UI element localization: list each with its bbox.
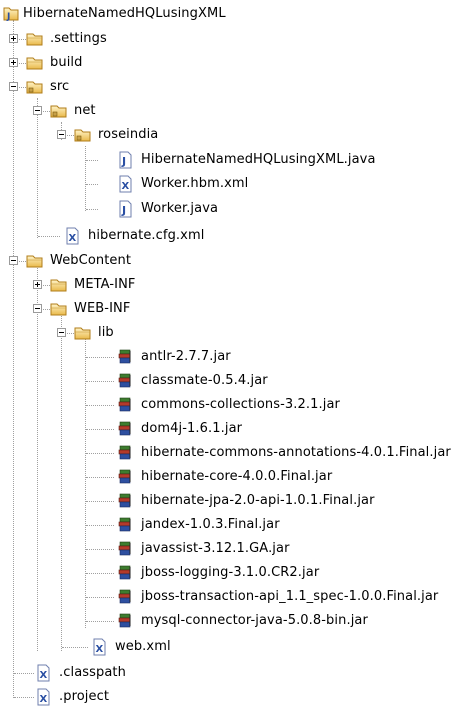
tree-item-label: WEB-INF (74, 301, 131, 316)
collapse-toggle[interactable] (57, 130, 66, 139)
xml-file-icon (34, 688, 52, 706)
tree-item-label: Worker.java (141, 201, 219, 216)
folder-icon (26, 54, 44, 72)
jar-icon (116, 612, 134, 630)
tree-item-classpath[interactable]: .classpath (0, 662, 474, 686)
tree-item-settings[interactable]: .settings (0, 28, 474, 52)
tree-item-jar[interactable]: javassist-3.12.1.GA.jar (0, 538, 474, 562)
java-project-icon (2, 5, 20, 23)
tree-item-jar[interactable]: jandex-1.0.3.Final.jar (0, 514, 474, 538)
expand-toggle[interactable] (33, 280, 42, 289)
tree-item-jar[interactable]: dom4j-1.6.1.jar (0, 418, 474, 442)
tree-item-worker-java[interactable]: Worker.java (0, 198, 474, 222)
xml-file-icon (90, 638, 108, 656)
tree-item-jar[interactable]: hibernate-core-4.0.0.Final.jar (0, 466, 474, 490)
jar-icon (116, 540, 134, 558)
tree-item-label: hibernate-jpa-2.0-api-1.0.1.Final.jar (141, 493, 375, 508)
collapse-toggle[interactable] (57, 328, 66, 337)
tree-item-label: hibernate.cfg.xml (88, 228, 205, 243)
tree-item-jar[interactable]: classmate-0.5.4.jar (0, 370, 474, 394)
package-icon (74, 126, 92, 144)
tree-item-jar[interactable]: antlr-2.7.7.jar (0, 346, 474, 370)
jar-icon (116, 372, 134, 390)
tree-item-main-java[interactable]: HibernateNamedHQLusingXML.java (0, 149, 474, 173)
jar-icon (116, 588, 134, 606)
tree-item-label: jboss-logging-3.1.0.CR2.jar (141, 565, 320, 580)
collapse-toggle[interactable] (33, 106, 42, 115)
tree-item-label: build (50, 55, 83, 70)
xml-file-icon (34, 664, 52, 682)
tree-item-label: HibernateNamedHQLusingXML (23, 6, 226, 21)
tree-item-label: commons-collections-3.2.1.jar (141, 397, 340, 412)
folder-icon (74, 324, 92, 342)
tree-item-label: web.xml (115, 639, 171, 654)
tree-item-label: .project (59, 689, 110, 704)
package-icon (50, 102, 68, 120)
folder-icon (50, 300, 68, 318)
tree-item-label: src (50, 79, 70, 94)
expand-toggle[interactable] (9, 34, 18, 43)
tree-item-label: .settings (50, 31, 107, 46)
tree-item-label: hibernate-core-4.0.0.Final.jar (141, 469, 333, 484)
tree-item-webcontent[interactable]: WebContent (0, 250, 474, 274)
tree-item-label: WebContent (50, 253, 132, 268)
package-explorer-tree: HibernateNamedHQLusingXML .settings buil… (0, 0, 474, 713)
tree-item-net[interactable]: net (0, 100, 474, 124)
tree-item-label: jandex-1.0.3.Final.jar (141, 517, 280, 532)
tree-item-label: net (74, 103, 96, 118)
tree-item-lib[interactable]: lib (0, 322, 474, 346)
tree-item-jar[interactable]: commons-collections-3.2.1.jar (0, 394, 474, 418)
tree-item-jar[interactable]: hibernate-commons-annotations-4.0.1.Fina… (0, 442, 474, 466)
xml-file-icon (63, 227, 81, 245)
xml-file-icon (116, 175, 134, 193)
tree-item-jar[interactable]: mysql-connector-java-5.0.8-bin.jar (0, 610, 474, 634)
tree-item-meta-inf[interactable]: META-INF (0, 274, 474, 298)
tree-item-label: mysql-connector-java-5.0.8-bin.jar (141, 613, 368, 628)
tree-item-label: .classpath (59, 665, 126, 680)
jar-icon (116, 444, 134, 462)
jar-icon (116, 492, 134, 510)
tree-item-src[interactable]: src (0, 76, 474, 100)
tree-item-label: lib (98, 325, 114, 340)
tree-item-build[interactable]: build (0, 52, 474, 76)
tree-item-label: hibernate-commons-annotations-4.0.1.Fina… (141, 445, 451, 460)
tree-item-label: jboss-transaction-api_1.1_spec-1.0.0.Fin… (141, 589, 439, 604)
expand-toggle[interactable] (9, 58, 18, 67)
tree-item-label: Worker.hbm.xml (141, 176, 249, 191)
tree-item-label: antlr-2.7.7.jar (141, 349, 231, 364)
tree-item-roseindia[interactable]: roseindia (0, 124, 474, 148)
tree-item-web-inf[interactable]: WEB-INF (0, 298, 474, 322)
tree-item-project[interactable]: HibernateNamedHQLusingXML (0, 3, 474, 27)
folder-icon (50, 276, 68, 294)
source-folder-icon (26, 78, 44, 96)
tree-item-label: dom4j-1.6.1.jar (141, 421, 243, 436)
tree-item-label: roseindia (98, 127, 159, 142)
collapse-toggle[interactable] (33, 304, 42, 313)
jar-icon (116, 564, 134, 582)
tree-item-worker-hbm[interactable]: Worker.hbm.xml (0, 173, 474, 197)
java-file-icon (116, 200, 134, 218)
collapse-toggle[interactable] (9, 82, 18, 91)
tree-item-web-xml[interactable]: web.xml (0, 636, 474, 660)
tree-item-label: classmate-0.5.4.jar (141, 373, 268, 388)
java-file-icon (116, 151, 134, 169)
folder-icon (26, 252, 44, 270)
tree-item-jar[interactable]: jboss-transaction-api_1.1_spec-1.0.0.Fin… (0, 586, 474, 610)
tree-item-project-file[interactable]: .project (0, 686, 474, 710)
jar-icon (116, 468, 134, 486)
collapse-toggle[interactable] (9, 256, 18, 265)
folder-icon (26, 30, 44, 48)
tree-item-label: META-INF (74, 277, 136, 292)
jar-icon (116, 348, 134, 366)
jar-icon (116, 420, 134, 438)
jar-icon (116, 396, 134, 414)
tree-item-jar[interactable]: jboss-logging-3.1.0.CR2.jar (0, 562, 474, 586)
tree-item-hibernate-cfg[interactable]: hibernate.cfg.xml (0, 225, 474, 249)
tree-item-label: javassist-3.12.1.GA.jar (141, 541, 290, 556)
jar-icon (116, 516, 134, 534)
tree-item-jar[interactable]: hibernate-jpa-2.0-api-1.0.1.Final.jar (0, 490, 474, 514)
tree-item-label: HibernateNamedHQLusingXML.java (141, 152, 376, 167)
